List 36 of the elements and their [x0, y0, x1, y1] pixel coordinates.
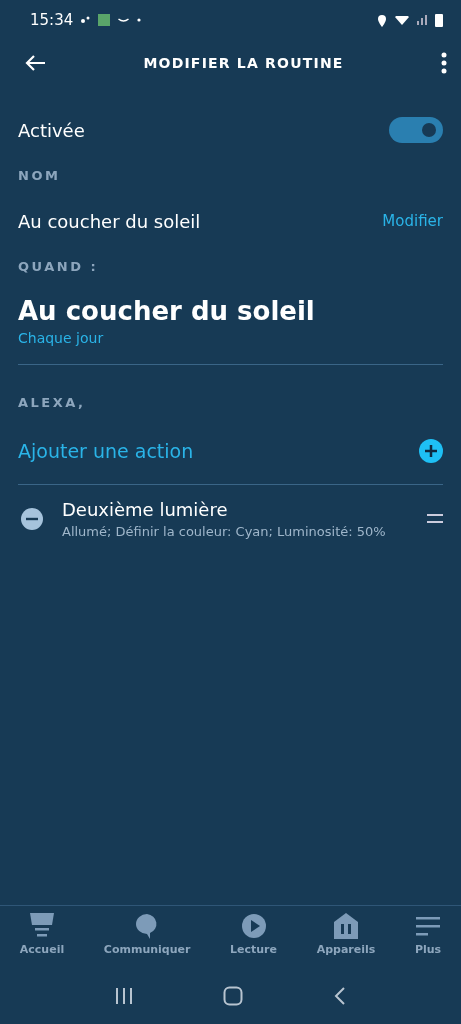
trigger-title[interactable]: Au coucher du soleil — [18, 296, 443, 326]
more-options-icon[interactable] — [441, 52, 447, 74]
add-action-link[interactable]: Ajouter une action — [18, 440, 194, 462]
remove-icon[interactable] — [20, 507, 44, 531]
section-heading: QUAND : — [18, 258, 100, 276]
play-icon — [240, 912, 267, 940]
nav-tab[interactable]: Communiquer — [103, 943, 191, 956]
dot-icon — [137, 18, 142, 22]
dots-icon — [81, 15, 91, 25]
location-icon — [377, 13, 387, 27]
nav-tab[interactable]: Plus — [414, 943, 442, 956]
toggle-switch[interactable] — [389, 117, 443, 143]
recent-apps-icon[interactable] — [115, 987, 134, 1005]
nav-tab[interactable]: Lecture — [230, 943, 277, 956]
signal-icon — [417, 15, 427, 25]
back-icon[interactable] — [333, 987, 346, 1005]
section-heading: NOM — [18, 167, 62, 185]
action-title: Deuxième lumière — [62, 499, 229, 520]
smile-icon — [118, 17, 130, 23]
toggle-label: Activée — [18, 119, 85, 141]
schedule-text: Chaque jour — [18, 330, 105, 346]
action-detail: Allumé; Définir la couleur: Cyan; Luminosité: 50% — [62, 524, 387, 539]
house-icon — [332, 912, 359, 940]
wifi-icon — [395, 15, 409, 25]
battery-icon — [435, 13, 443, 27]
edit-link[interactable]: Modifier — [382, 212, 443, 230]
nav-tab[interactable]: Accueil — [19, 943, 65, 956]
home-icon[interactable] — [223, 986, 244, 1006]
screen-title: MODIFIER LA ROUTINE — [142, 55, 345, 71]
routine-name: Au coucher du soleil — [18, 210, 201, 232]
nav-tab[interactable]: Appareils — [316, 943, 376, 956]
add-icon[interactable] — [419, 439, 443, 463]
drag-handle-icon[interactable] — [427, 514, 443, 524]
status-time: 15:34 — [30, 11, 74, 29]
section-heading: ALEXA, — [18, 394, 87, 412]
back-arrow-icon[interactable] — [24, 54, 46, 72]
